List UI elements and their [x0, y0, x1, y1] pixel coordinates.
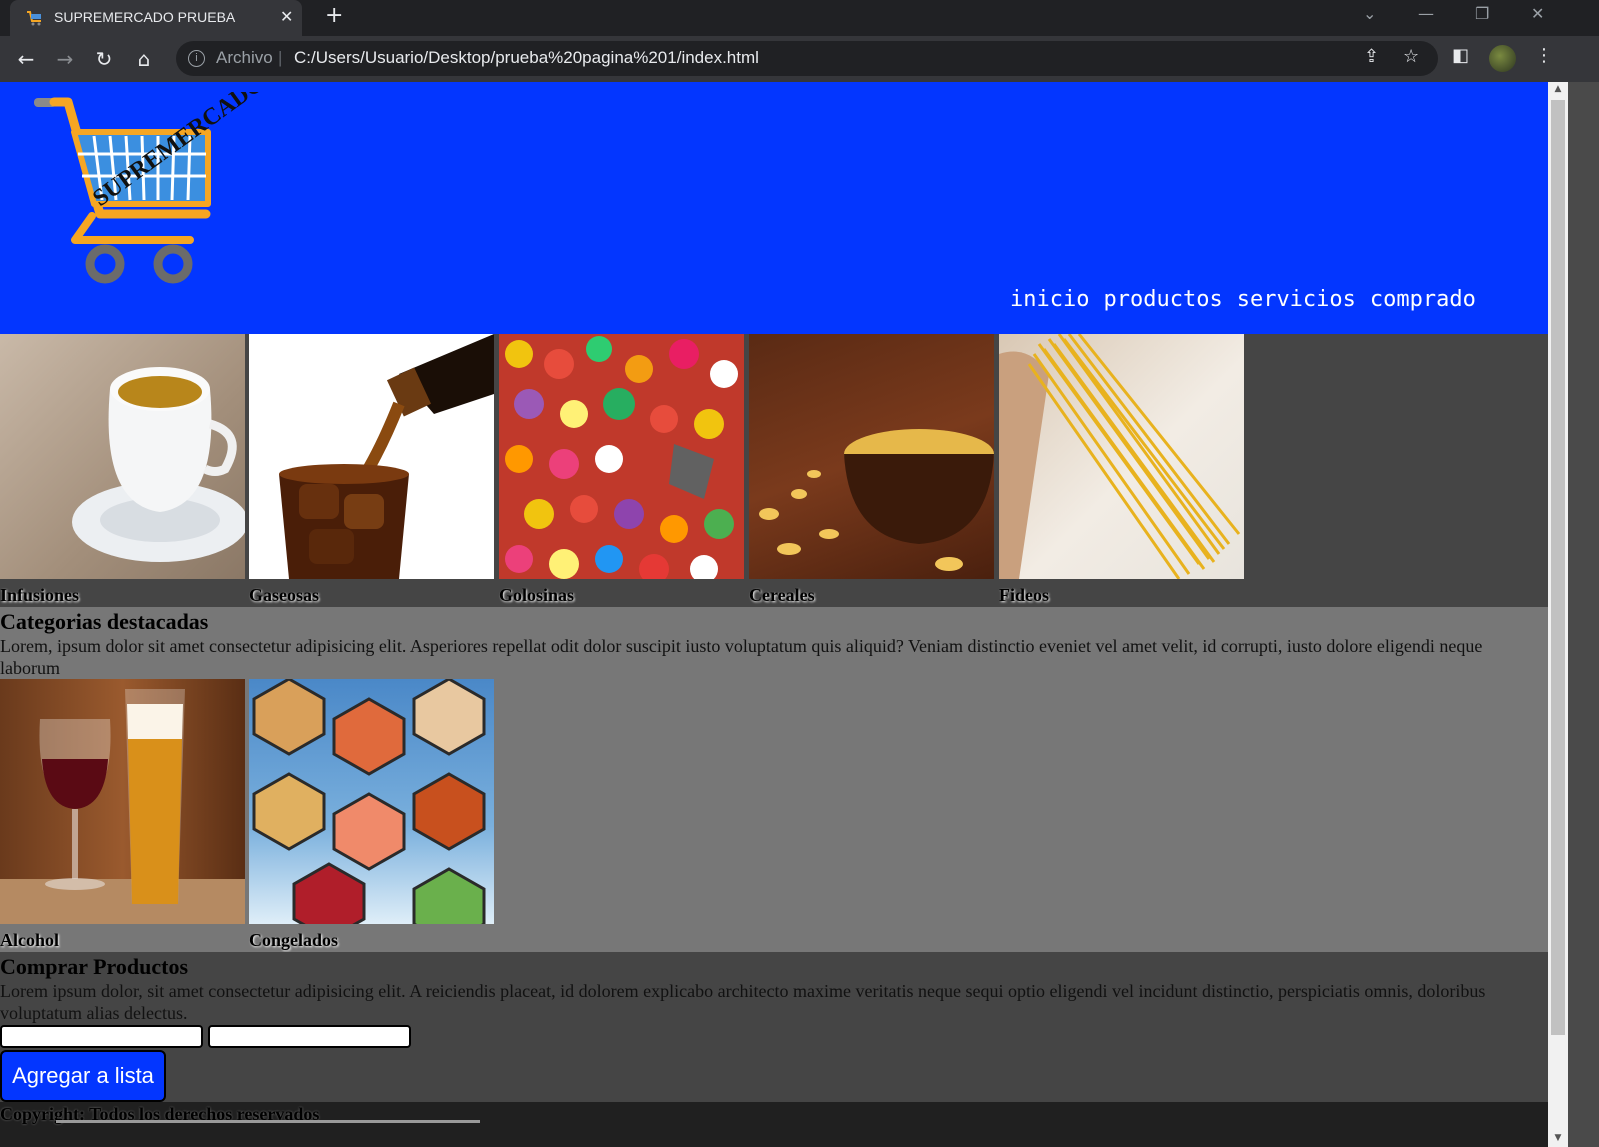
scrollbar-thumb[interactable]	[1551, 100, 1565, 1035]
category-card-gaseosas[interactable]: Gaseosas	[249, 334, 494, 605]
url-scheme-label: Archivo	[216, 48, 273, 67]
new-tab-icon[interactable]: +	[325, 3, 343, 28]
frozen-food-image	[249, 679, 494, 924]
category-label: Congelados	[249, 930, 339, 950]
site-footer: Copyright: Todos los derechos reservados	[0, 1102, 1548, 1147]
section-text: Lorem ipsum dolor, sit amet consectetur …	[0, 981, 1486, 1023]
page-viewport: SUPREMERCADO inicio productos servicios com…	[0, 82, 1548, 1147]
quantity-input[interactable]	[208, 1025, 411, 1048]
nav-link-servicios[interactable]: servicios	[1237, 287, 1356, 312]
reload-icon[interactable]: ↻	[90, 45, 118, 73]
product-input[interactable]	[0, 1025, 203, 1048]
close-window-icon[interactable]: ✕	[1531, 4, 1544, 23]
category-label: Fideos	[999, 585, 1050, 605]
side-panel-icon[interactable]: ◧	[1452, 45, 1469, 66]
back-icon[interactable]: ←	[12, 45, 40, 73]
category-label: Golosinas	[499, 585, 575, 605]
restore-icon[interactable]: ❐	[1475, 4, 1489, 23]
candies-image	[499, 334, 744, 579]
scroll-down-arrow-icon[interactable]: ▼	[1548, 1133, 1568, 1143]
nav-link-inicio[interactable]: inicio	[1010, 287, 1089, 312]
bookmark-star-icon[interactable]: ☆	[1403, 46, 1419, 67]
cola-glass-image	[249, 334, 494, 579]
nav-link-productos[interactable]: productos	[1103, 287, 1222, 312]
category-card-congelados[interactable]: Congelados	[249, 679, 494, 950]
category-card-cereales[interactable]: Cereales	[749, 334, 994, 605]
category-card-golosinas[interactable]: Golosinas	[499, 334, 744, 605]
tab-title: SUPREMERCADO PRUEBA	[54, 9, 236, 25]
buy-products-section: Comprar Productos Lorem ipsum dolor, sit…	[0, 952, 1548, 1102]
browser-tabbar: SUPREMERCADO PRUEBA ✕ + ⌄ — ❐ ✕	[0, 0, 1599, 36]
category-label: Infusiones	[0, 585, 80, 605]
category-label: Cereales	[749, 585, 815, 605]
main-nav: inicio productos servicios comprado	[1010, 287, 1490, 312]
category-label: Alcohol	[0, 930, 60, 950]
category-card-infusiones[interactable]: Infusiones	[0, 334, 245, 605]
url-text[interactable]: C:/Users/Usuario/Desktop/prueba%20pagina…	[294, 48, 759, 68]
tab-search-icon[interactable]: ⌄	[1363, 4, 1376, 23]
section-text: Lorem, ipsum dolor sit amet consectetur …	[0, 636, 1483, 678]
scroll-up-arrow-icon[interactable]: ▲	[1548, 84, 1568, 94]
category-card-alcohol[interactable]: Alcohol	[0, 679, 245, 950]
info-icon[interactable]: i	[188, 50, 205, 67]
site-header: SUPREMERCADO inicio productos servicios com…	[0, 82, 1548, 334]
category-label: Gaseosas	[249, 585, 320, 605]
menu-kebab-icon[interactable]: ⋮	[1535, 45, 1553, 66]
url-separator: |	[278, 48, 283, 67]
category-card-fideos[interactable]: Fideos	[999, 334, 1244, 605]
nav-link-comprado[interactable]: comprado	[1370, 287, 1476, 312]
spaghetti-image	[999, 334, 1244, 579]
forward-icon[interactable]: →	[51, 45, 79, 73]
cereal-bowl-image	[749, 334, 994, 579]
window-edge	[1568, 82, 1599, 1147]
horizontal-scrollbar[interactable]	[56, 1120, 480, 1123]
browser-toolbar: ← → ↻ ⌂ i Archivo | C:/Users/Usuario/Des…	[0, 36, 1599, 82]
section-title: Categorias destacadas	[0, 609, 209, 634]
section-title: Comprar Productos	[0, 954, 189, 979]
featured-section: Categorias destacadas Lorem, ipsum dolor…	[0, 607, 1548, 952]
profile-avatar[interactable]	[1489, 45, 1516, 72]
shopping-cart-logo: SUPREMERCADO	[34, 92, 270, 284]
minimize-icon[interactable]: —	[1418, 4, 1434, 23]
tab-close-icon[interactable]: ✕	[280, 7, 293, 26]
wine-beer-image	[0, 679, 245, 924]
home-icon[interactable]: ⌂	[130, 45, 158, 73]
categories-section: Infusiones Gaseosas Golosinas Cereales F…	[0, 334, 1548, 607]
add-to-list-button[interactable]: Agregar a lista	[0, 1050, 166, 1102]
share-icon[interactable]: ⇪	[1364, 46, 1379, 67]
vertical-scrollbar[interactable]: ▲ ▼	[1548, 82, 1568, 1147]
tea-cup-image	[0, 334, 245, 579]
browser-tab[interactable]: SUPREMERCADO PRUEBA ✕	[10, 0, 302, 36]
cart-favicon-icon	[27, 11, 41, 26]
address-bar[interactable]: i Archivo | C:/Users/Usuario/Desktop/pru…	[176, 41, 1438, 76]
